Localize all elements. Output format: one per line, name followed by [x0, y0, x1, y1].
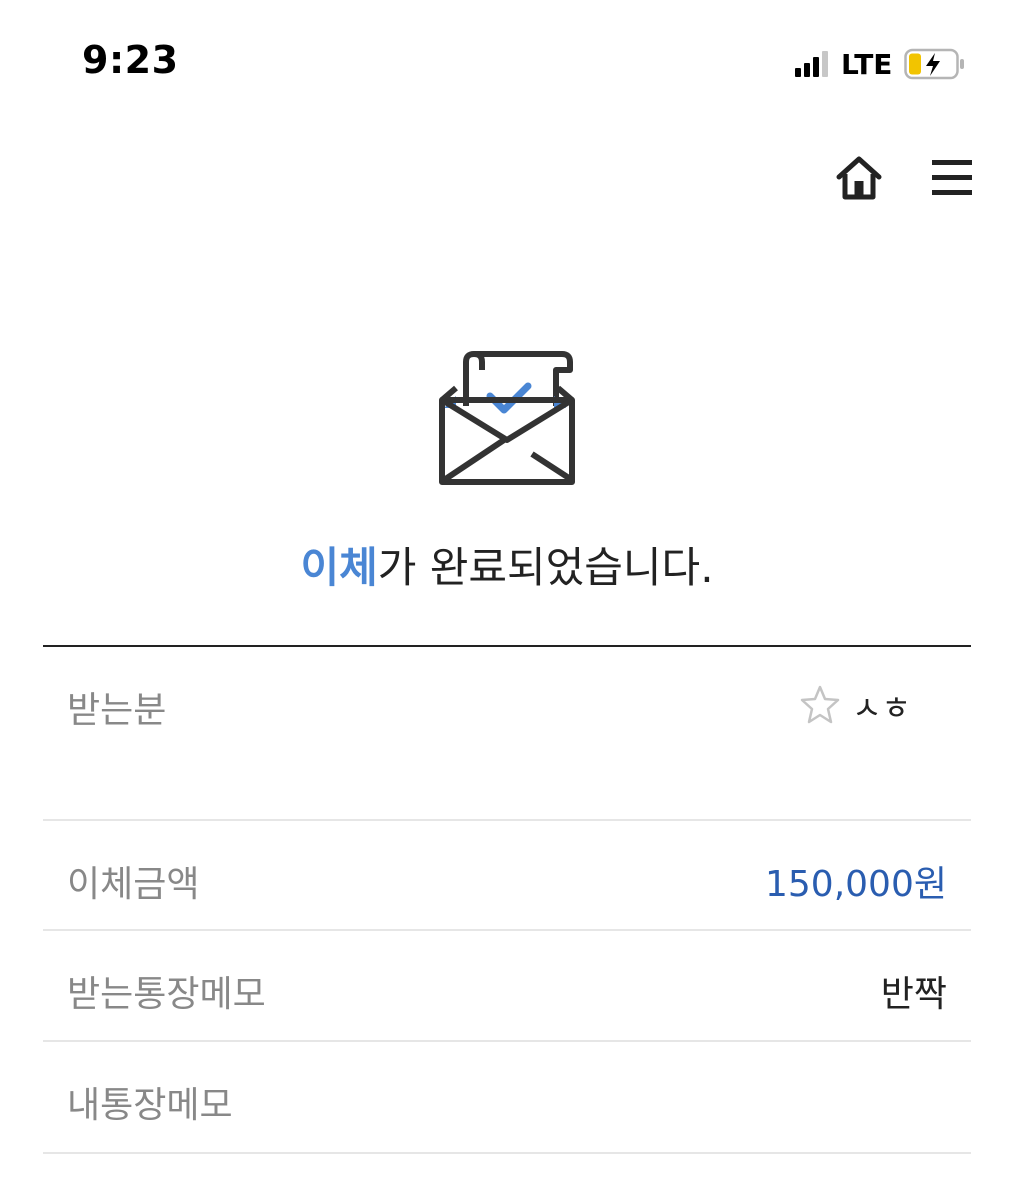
my-memo-row: 내통장메모	[43, 1042, 971, 1154]
recipient-memo-label: 받는통장메모	[67, 974, 266, 1015]
amount-row: 이체금액 150,000원	[43, 821, 971, 931]
status-indicators: LTE	[795, 44, 966, 84]
amount-value: 150,000원	[765, 864, 947, 905]
transfer-complete-screen: 9:23 LTE 이체가 완료되었습니다. 받는분 ㅅㅎ 이체금액 150,00…	[0, 0, 1014, 1200]
amount-label: 이체금액	[67, 864, 200, 905]
network-type: LTE	[841, 47, 893, 81]
battery-charging-icon	[904, 47, 966, 81]
recipient-memo-row: 받는통장메모 반짝	[43, 931, 971, 1042]
row-divider	[43, 1152, 971, 1154]
recipient-label: 받는분	[67, 690, 167, 731]
recipient-name: ㅅㅎ	[852, 689, 911, 727]
recipient-memo-value: 반짝	[880, 974, 947, 1015]
home-icon[interactable]	[834, 154, 884, 202]
title-accent: 이체	[300, 543, 378, 592]
star-outline-icon[interactable]	[800, 684, 840, 728]
envelope-check-icon	[436, 348, 578, 494]
my-memo-label: 내통장메모	[67, 1085, 233, 1126]
recipient-row: 받는분 ㅅㅎ	[43, 647, 971, 821]
signal-strength-icon	[795, 51, 831, 77]
hamburger-menu-icon[interactable]	[932, 158, 972, 198]
title-rest: 가 완료되었습니다.	[377, 543, 714, 592]
recipient-info: ㅅㅎ	[800, 683, 911, 729]
transfer-complete-title: 이체가 완료되었습니다.	[0, 534, 1014, 595]
status-time: 9:23	[82, 38, 179, 82]
